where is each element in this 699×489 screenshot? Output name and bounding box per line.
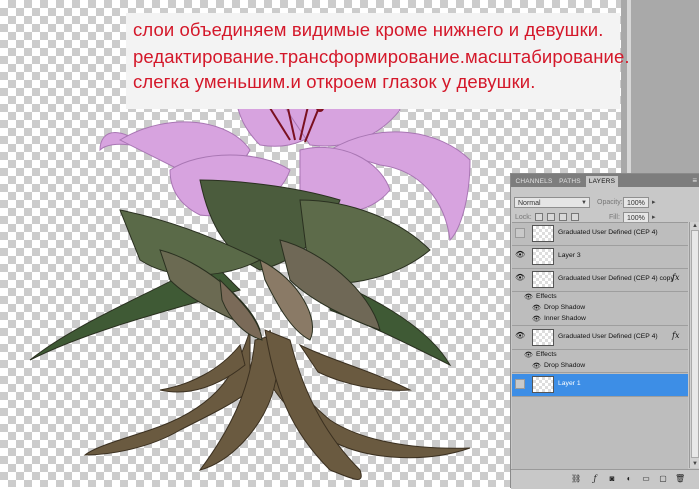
layer-name: Layer 3: [558, 252, 581, 259]
eye-icon[interactable]: 👁: [515, 332, 525, 342]
tree-roots: [83, 329, 471, 480]
trash-icon[interactable]: 🗑: [675, 474, 685, 484]
effects-row[interactable]: 👁 Effects: [512, 350, 688, 361]
leaves: [29, 179, 452, 367]
eye-icon[interactable]: 👁: [515, 251, 525, 261]
panel-menu-icon[interactable]: ≡: [692, 176, 697, 185]
opacity-value: 100%: [627, 200, 645, 207]
eye-icon[interactable]: 👁: [524, 351, 533, 359]
layer-row-selected[interactable]: Layer 1: [512, 374, 688, 397]
add-style-icon[interactable]: ƒ: [590, 474, 600, 484]
fx-icon[interactable]: fx: [672, 331, 679, 340]
eye-icon[interactable]: 👁: [515, 274, 525, 284]
fill-value: 100%: [627, 215, 645, 222]
layer-row[interactable]: 👁 Graduated User Defined (CEP 4) copy fx: [512, 269, 688, 292]
effect-name: Drop Shadow: [544, 362, 586, 369]
scroll-up-icon[interactable]: ▲: [690, 222, 699, 230]
add-mask-icon[interactable]: ◙: [607, 474, 617, 484]
effect-name: Inner Shadow: [544, 315, 586, 322]
layer-thumbnail: [532, 271, 554, 288]
fx-icon[interactable]: fx: [672, 273, 679, 282]
instruction-line-2: редактирование.трансформирование.масштаб…: [133, 46, 630, 67]
visibility-toggle[interactable]: [515, 379, 525, 389]
effect-row[interactable]: 👁 Drop Shadow: [512, 361, 688, 373]
effects-label: Effects: [536, 351, 557, 358]
effect-row[interactable]: 👁 Drop Shadow: [512, 303, 688, 314]
layers-panel: CHANNELS PATHS LAYERS ≡ Normal ▼ Opacity…: [510, 173, 699, 489]
blend-mode-value: Normal: [518, 200, 541, 207]
panel-tab-bar: CHANNELS PATHS LAYERS ≡: [511, 174, 699, 187]
tab-paths[interactable]: PATHS: [556, 176, 584, 187]
eye-icon[interactable]: 👁: [524, 293, 533, 301]
lock-position-icon[interactable]: [559, 213, 567, 221]
blend-mode-select[interactable]: Normal ▼: [514, 197, 590, 208]
instruction-note: слои объединяем видимые кроме нижнего и …: [126, 13, 630, 109]
visibility-toggle[interactable]: [515, 228, 525, 238]
lock-all-icon[interactable]: [571, 213, 579, 221]
scrollbar-thumb[interactable]: [691, 230, 699, 458]
layer-thumbnail: [532, 248, 554, 265]
panel-bottom-toolbar: ⛓ ƒ ◙ ◐ ▭ ▢ 🗑: [511, 469, 699, 489]
layer-list: Graduated User Defined (CEP 4) 👁 Layer 3…: [512, 222, 688, 469]
layer-row[interactable]: 👁 Graduated User Defined (CEP 4) fx: [512, 327, 688, 350]
layer-thumbnail: [532, 225, 554, 242]
new-layer-icon[interactable]: ▢: [658, 474, 668, 484]
layer-row[interactable]: 👁 Layer 3: [512, 246, 688, 269]
adjustment-layer-icon[interactable]: ◐: [624, 474, 634, 484]
layer-row[interactable]: Graduated User Defined (CEP 4): [512, 223, 688, 246]
opacity-slider-arrow-icon[interactable]: ▸: [652, 197, 656, 208]
opacity-field[interactable]: 100%: [623, 197, 649, 208]
layer-name: Graduated User Defined (CEP 4): [558, 333, 658, 340]
layer-name: Graduated User Defined (CEP 4): [558, 229, 658, 236]
effect-name: Drop Shadow: [544, 304, 586, 311]
effects-row[interactable]: 👁 Effects: [512, 292, 688, 303]
instruction-line-1: слои объединяем видимые кроме нижнего и …: [133, 19, 604, 40]
eye-icon[interactable]: 👁: [532, 315, 541, 323]
tab-channels[interactable]: CHANNELS: [514, 176, 554, 187]
instruction-line-3: слегка уменьшим.и откроем глазок у девуш…: [133, 71, 536, 92]
layer-name: Graduated User Defined (CEP 4) copy: [558, 275, 674, 282]
chevron-down-icon: ▼: [581, 200, 587, 206]
eye-icon[interactable]: 👁: [532, 362, 541, 370]
lock-transparent-icon[interactable]: [535, 213, 543, 221]
tab-layers[interactable]: LAYERS: [586, 176, 618, 187]
effect-row[interactable]: 👁 Inner Shadow: [512, 314, 688, 326]
opacity-label: Opacity:: [597, 199, 623, 206]
lock-image-icon[interactable]: [547, 213, 555, 221]
link-layers-icon[interactable]: ⛓: [571, 474, 581, 484]
eye-icon[interactable]: 👁: [532, 304, 541, 312]
effects-label: Effects: [536, 293, 557, 300]
layer-list-scrollbar[interactable]: ▲ ▼: [689, 222, 699, 468]
layer-thumbnail: [532, 376, 554, 393]
new-group-icon[interactable]: ▭: [641, 474, 651, 484]
layer-name: Layer 1: [558, 380, 581, 387]
layer-thumbnail: [532, 329, 554, 346]
scroll-down-icon[interactable]: ▼: [690, 460, 699, 468]
